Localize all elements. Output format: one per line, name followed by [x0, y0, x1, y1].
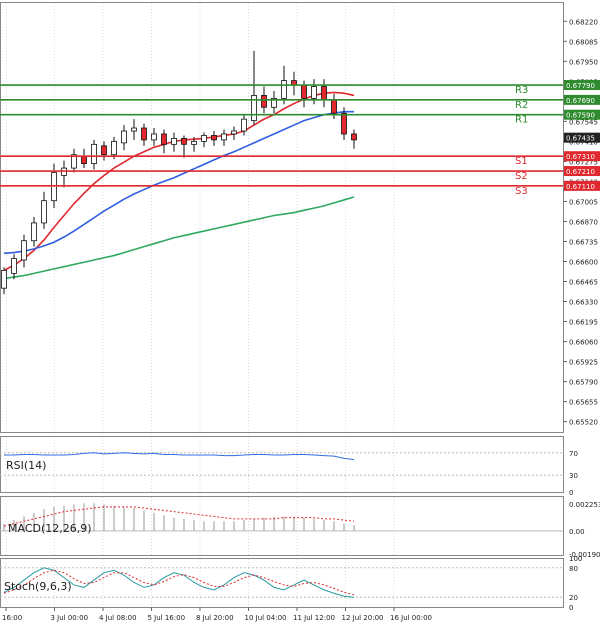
level-tag-value: 0.67310: [566, 153, 595, 161]
main-y-tick-label: 0.66465: [569, 279, 598, 287]
main-y-tick-label: 0.66060: [569, 339, 598, 347]
stoch-y-tick-label: 20: [569, 594, 578, 602]
rsi-y-tick-label: 0: [569, 489, 573, 497]
level-tag-value: 0.67790: [566, 82, 595, 90]
rsi-label: RSI(14): [6, 459, 46, 472]
rsi-y-tick-label: 30: [569, 472, 578, 480]
candle-body-down: [331, 99, 337, 114]
level-label: R1: [515, 115, 528, 126]
level-tag-value: 0.67690: [566, 97, 595, 105]
main-y-tick-label: 0.65520: [569, 419, 598, 427]
candle-body-up: [151, 133, 157, 141]
x-tick-label: 3 Jul 00:00: [51, 614, 89, 622]
macd-y-tick-label: 0.00: [569, 528, 585, 536]
current-price-value: 0.67435: [566, 135, 595, 143]
level-label: S1: [515, 156, 528, 167]
candle-body-up: [191, 140, 197, 145]
candle-body-down: [261, 95, 267, 108]
x-tick-label: 16:00: [2, 614, 22, 622]
candle-body-up: [11, 258, 17, 274]
x-tick-label: 8 Jul 20:00: [196, 614, 234, 622]
main-y-tick-label: 0.66735: [569, 238, 598, 246]
panel-frame-rsi: [0, 436, 564, 493]
main-y-tick-label: 0.65655: [569, 399, 598, 407]
candle-body-up: [111, 140, 117, 156]
level-tag-value: 0.67110: [566, 183, 595, 191]
macd-y-tick-label: 0.002253: [569, 501, 600, 509]
main-y-tick-label: 0.68220: [569, 18, 598, 26]
candle-body-down: [301, 84, 307, 99]
stoch-label: Stoch(9,6,3): [4, 580, 72, 593]
candle-body-down: [161, 133, 167, 145]
stoch-y-tick-label: 100: [569, 555, 582, 563]
candle-body-down: [101, 145, 107, 156]
x-tick-label: 16 Jul 00:00: [390, 614, 432, 622]
main-y-tick-label: 0.67005: [569, 198, 598, 206]
candle-body-up: [311, 86, 317, 99]
main-y-axis: 0.682200.680850.679500.678150.676800.675…: [563, 18, 598, 427]
x-tick-label: 10 Jul 04:00: [245, 614, 287, 622]
rsi-y-tick-label: 70: [569, 450, 578, 458]
main-y-tick-label: 0.68085: [569, 38, 598, 46]
candle-body-down: [181, 138, 187, 145]
candle-body-up: [121, 130, 127, 144]
main-y-tick-label: 0.66600: [569, 258, 598, 266]
level-label: S2: [515, 171, 528, 182]
level-label: S3: [515, 186, 528, 197]
candle-body-up: [41, 200, 47, 224]
candle-body-down: [321, 86, 327, 101]
stoch-y-tick-label: 80: [569, 565, 578, 573]
macd-label: MACD(12,26,9): [8, 522, 92, 535]
x-tick-label: 4 Jul 08:00: [99, 614, 137, 622]
level-label: R3: [515, 85, 528, 96]
x-tick-label: 11 Jul 12:00: [293, 614, 335, 622]
candle-body-up: [21, 240, 27, 261]
level-label: R2: [515, 100, 528, 111]
current-price: 0.67435: [564, 132, 600, 143]
candle-body-down: [351, 133, 357, 141]
level-tag-value: 0.67210: [566, 168, 595, 176]
panel-frame-main: [0, 2, 564, 433]
candle-body-up: [131, 127, 137, 132]
main-y-tick-label: 0.65925: [569, 359, 598, 367]
candle-body-up: [201, 135, 207, 142]
candle-body-down: [141, 127, 147, 141]
candle-body-up: [91, 143, 97, 165]
candle-body-down: [341, 112, 347, 135]
candle-body-up: [231, 130, 237, 135]
candle-body-down: [81, 155, 87, 165]
main-y-tick-label: 0.65790: [569, 379, 598, 387]
level-tag-value: 0.67590: [566, 112, 595, 120]
candle-body-up: [171, 138, 177, 145]
candle-body-up: [31, 222, 37, 242]
x-tick-label: 5 Jul 16:00: [148, 614, 186, 622]
stoch-y-tick-label: 0: [569, 604, 573, 612]
main-y-tick-label: 0.66195: [569, 319, 598, 327]
candle-body-up: [1, 269, 7, 289]
candle-body-up: [281, 80, 287, 99]
price-chart: 0.682200.680850.679500.678150.676800.675…: [0, 2, 600, 622]
main-y-tick-label: 0.67950: [569, 58, 598, 66]
candle-body-up: [221, 133, 227, 141]
x-tick-label: 12 Jul 20:00: [342, 614, 384, 622]
candle-body-down: [211, 135, 217, 141]
main-y-tick-label: 0.66870: [569, 218, 598, 226]
main-y-tick-label: 0.66330: [569, 299, 598, 307]
candle-body-up: [241, 118, 247, 132]
